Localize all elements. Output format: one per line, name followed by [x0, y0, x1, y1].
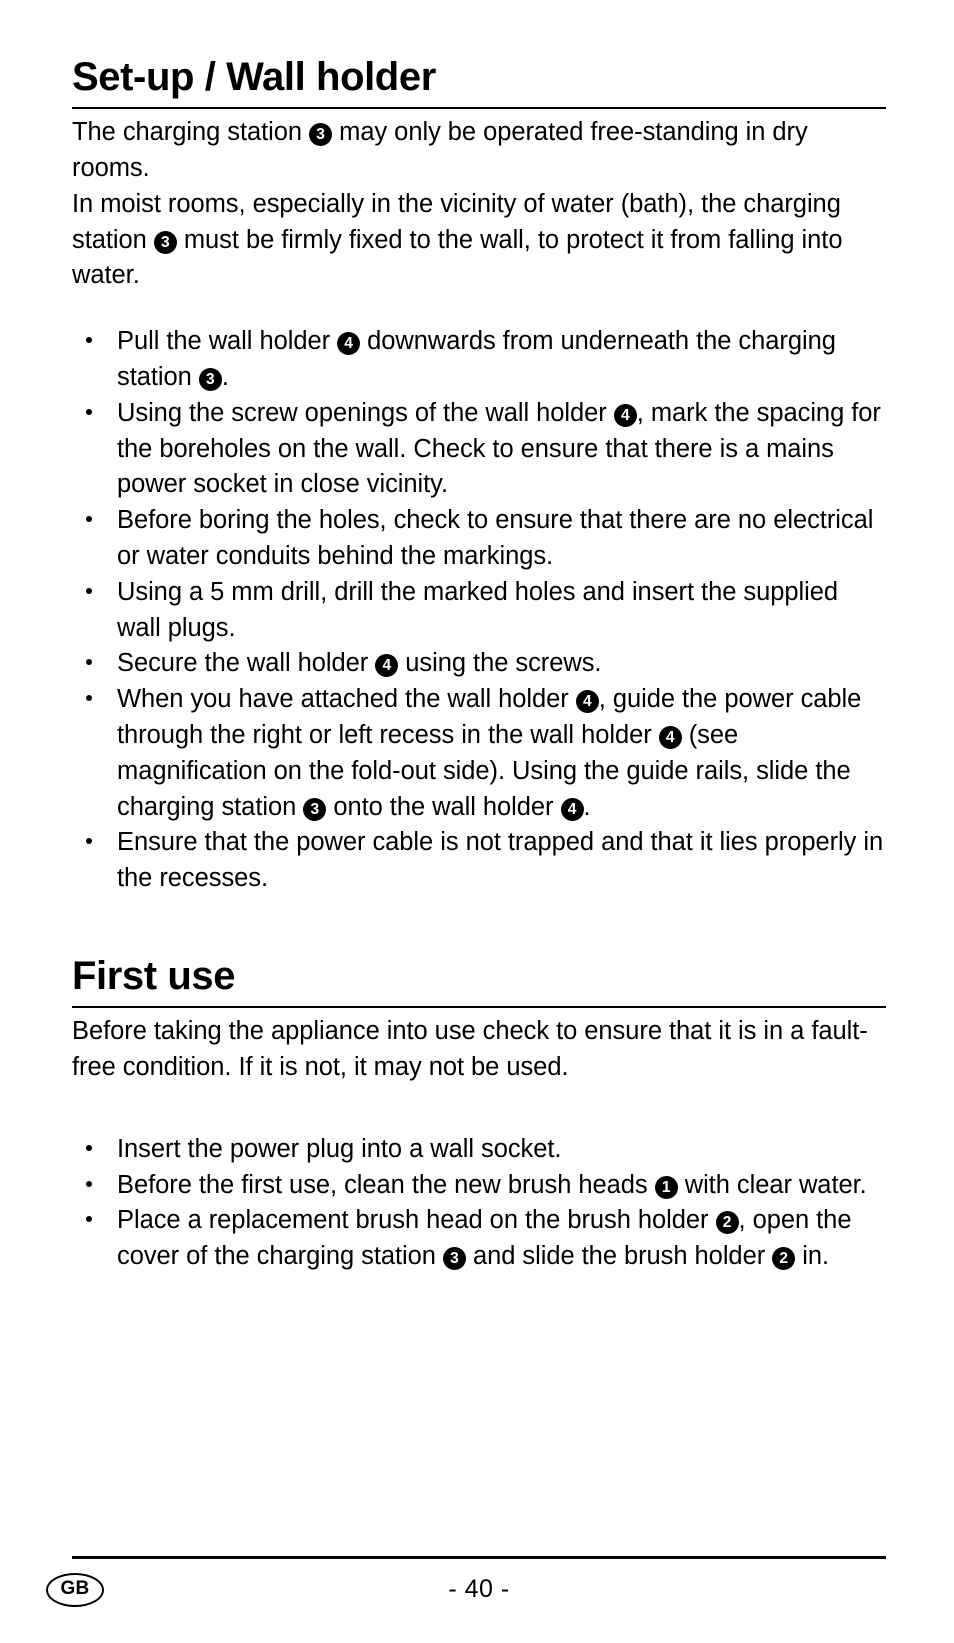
- list-item: Secure the wall holder 4 using the screw…: [72, 646, 886, 682]
- bullet-dot-icon: [86, 408, 92, 415]
- callout-badge-4: 4: [337, 332, 361, 356]
- page-number: - 40 -: [448, 1575, 510, 1603]
- bullet-dot-icon: [86, 659, 92, 666]
- list-item: Before the first use, clean the new brus…: [72, 1168, 886, 1204]
- page-content: Set-up / Wall holder The charging statio…: [72, 55, 886, 1275]
- list-item: Pull the wall holder 4 downwards from un…: [72, 324, 886, 396]
- document-page: Set-up / Wall holder The charging statio…: [0, 0, 954, 1643]
- list-item: Ensure that the power cable is not trapp…: [72, 825, 886, 897]
- callout-badge-4: 4: [560, 797, 584, 821]
- callout-badge-3: 3: [153, 230, 177, 254]
- callout-badge-3: 3: [303, 797, 327, 821]
- intro-paragraph-1: The charging station 3 may only be opera…: [72, 118, 808, 182]
- first-use-paragraph: Before taking the appliance into use che…: [72, 1017, 868, 1081]
- bullet-dot-icon: [86, 838, 92, 845]
- list-item: Insert the power plug into a wall socket…: [72, 1132, 886, 1168]
- page-title: Set-up / Wall holder: [72, 55, 436, 99]
- callout-badge-4: 4: [375, 654, 399, 678]
- bullet-dot-icon: [86, 695, 92, 702]
- setup-bullet-list: Pull the wall holder 4 downwards from un…: [72, 324, 886, 897]
- list-item: Using the screw openings of the wall hol…: [72, 396, 886, 503]
- section-divider: [72, 1006, 886, 1009]
- list-item: When you have attached the wall holder 4…: [72, 682, 886, 825]
- callout-badge-4: 4: [613, 403, 637, 427]
- bullet-dot-icon: [86, 337, 92, 344]
- first-use-bullet-list: Insert the power plug into a wall socket…: [72, 1132, 886, 1275]
- callout-badge-3: 3: [198, 367, 222, 391]
- callout-badge-4: 4: [575, 690, 599, 714]
- title-divider: [72, 107, 886, 110]
- bullet-dot-icon: [86, 587, 92, 594]
- section-title-first-use: First use: [72, 953, 236, 998]
- list-item: Place a replacement brush head on the br…: [72, 1203, 886, 1275]
- callout-badge-3: 3: [442, 1247, 466, 1271]
- bullet-dot-icon: [86, 1144, 92, 1151]
- list-item: Before boring the holes, check to ensure…: [72, 503, 886, 575]
- bullet-dot-icon: [86, 516, 92, 523]
- callout-badge-3: 3: [309, 123, 333, 147]
- callout-badge-4: 4: [658, 725, 682, 749]
- intro-paragraph-2: In moist rooms, especially in the vicini…: [72, 189, 843, 290]
- bullet-dot-icon: [86, 1180, 92, 1187]
- list-item: Using a 5 mm drill, drill the marked hol…: [72, 575, 886, 647]
- footer-row: GB - 40 -: [46, 1559, 886, 1611]
- callout-badge-2: 2: [772, 1247, 796, 1271]
- page-footer: GB - 40 -: [46, 1556, 886, 1611]
- callout-badge-1: 1: [654, 1175, 678, 1199]
- callout-badge-2: 2: [715, 1211, 739, 1235]
- bullet-dot-icon: [86, 1216, 92, 1223]
